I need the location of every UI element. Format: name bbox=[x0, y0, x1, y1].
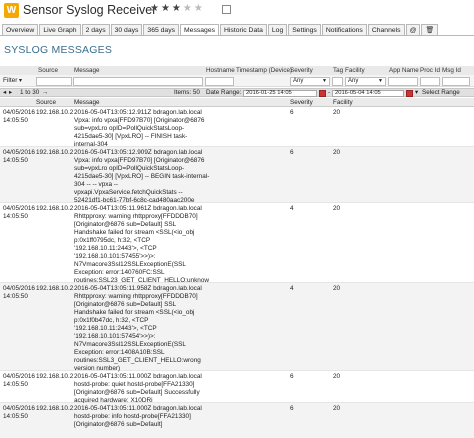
cell-facility: 20 bbox=[333, 373, 341, 380]
cell-timestamp: 04/05/2016 14:05:50 bbox=[3, 285, 35, 300]
cell-severity: 6 bbox=[290, 405, 294, 412]
cell-message: 2016-05-04T13:05:12.911Z bdragon.lab.loc… bbox=[74, 109, 205, 148]
chevron-down-icon: ▼ bbox=[378, 78, 383, 84]
filter-col-hostname: Hostname bbox=[206, 67, 235, 74]
table-header: Source Message Severity Facility bbox=[0, 98, 474, 107]
select-range-chevron-icon[interactable]: ▾ bbox=[415, 89, 418, 97]
cell-source: 192.168.10.2 bbox=[36, 373, 74, 380]
sensor-logo-icon: W bbox=[4, 3, 19, 18]
next-arrow-icon[interactable]: → bbox=[42, 89, 48, 97]
page-title: Sensor Syslog Receiver bbox=[23, 3, 157, 17]
cell-facility: 20 bbox=[333, 405, 341, 412]
col-severity[interactable]: Severity bbox=[290, 99, 313, 106]
col-source[interactable]: Source bbox=[36, 99, 56, 106]
cell-source: 192.168.10.2 bbox=[36, 109, 74, 116]
pagination-bar: ◂ ▸ 1 to 30 → Items: 50 Date Range: 2016… bbox=[0, 88, 474, 97]
date-range-label: Date Range: bbox=[206, 89, 242, 96]
table-row[interactable]: 04/05/2016 14:05:50 192.168.10.2 2016-05-0… bbox=[0, 107, 474, 148]
filter-app-name-input[interactable] bbox=[388, 77, 418, 86]
items-count: Items: 50 bbox=[174, 89, 200, 96]
cell-severity: 4 bbox=[290, 285, 294, 292]
filter-row: Filter ▾ Any ▼ Any ▼ bbox=[0, 75, 474, 87]
table-row[interactable]: 04/05/2016 14:05:50 192.168.10.2 2016-05-0… bbox=[0, 371, 474, 404]
col-message[interactable]: Message bbox=[74, 99, 100, 106]
cell-timestamp: 04/05/2016 14:05:50 bbox=[3, 205, 35, 220]
cell-message: 2016-05-04T13:05:12.909Z bdragon.lab.loc… bbox=[74, 149, 210, 204]
cell-message: 2016-05-04T13:05:11.000Z bdragon.lab.loc… bbox=[74, 405, 202, 428]
pin-icon[interactable] bbox=[222, 5, 231, 14]
cell-timestamp: 04/05/2016 14:05:50 bbox=[3, 373, 35, 388]
cell-source: 192.168.10.2 bbox=[36, 285, 74, 292]
filter-severity-value: Any bbox=[293, 78, 304, 84]
calendar-icon[interactable] bbox=[406, 90, 413, 97]
filter-col-tag: Tag bbox=[333, 67, 344, 74]
range-separator: - bbox=[328, 89, 331, 96]
stars-empty[interactable]: ★★ bbox=[183, 3, 205, 14]
filter-column-headers: Source Message Hostname Timestamp (Devic… bbox=[0, 66, 474, 75]
table-row[interactable]: 04/05/2016 14:05:50 192.168.10.2 2016-05-0… bbox=[0, 403, 474, 438]
filter-severity-select[interactable]: Any ▼ bbox=[290, 77, 330, 86]
filter-tag-input[interactable] bbox=[332, 77, 343, 86]
filter-proc-id-input[interactable] bbox=[420, 77, 440, 86]
filter-source-input[interactable] bbox=[36, 77, 72, 86]
filter-hostname-input[interactable] bbox=[205, 77, 234, 86]
filter-facility-select[interactable]: Any ▼ bbox=[345, 77, 386, 86]
filter-col-source: Source bbox=[38, 67, 58, 74]
filter-col-timestamp-device: Timestamp (Device) bbox=[236, 67, 293, 74]
filter-col-app-name: App Name bbox=[389, 67, 419, 74]
cell-facility: 20 bbox=[333, 149, 341, 156]
cell-source: 192.168.10.2 bbox=[36, 205, 74, 212]
cell-message: 2016-05-04T13:05:11.958Z bdragon.lab.loc… bbox=[74, 285, 202, 372]
cell-source: 192.168.10.2 bbox=[36, 149, 74, 156]
cell-severity: 4 bbox=[290, 205, 294, 212]
page-range: 1 to 30 bbox=[20, 89, 40, 96]
filter-col-message: Message bbox=[74, 67, 100, 74]
cell-timestamp: 04/05/2016 14:05:50 bbox=[3, 109, 35, 124]
stars-filled[interactable]: ★★★ bbox=[150, 3, 183, 14]
filter-message-input[interactable] bbox=[73, 77, 203, 86]
table-row[interactable]: 04/05/2016 14:05:50 192.168.10.2 2016-05-0… bbox=[0, 283, 474, 372]
priority-stars[interactable]: ★★★★★ bbox=[150, 3, 205, 14]
table-row[interactable]: 04/05/2016 14:05:50 192.168.10.2 2016-05-0… bbox=[0, 147, 474, 204]
next-page-icon[interactable]: ▸ bbox=[9, 89, 12, 97]
cell-timestamp: 04/05/2016 14:05:50 bbox=[3, 405, 35, 420]
cell-message: 2016-05-04T13:05:11.961Z bdragon.lab.loc… bbox=[74, 205, 209, 292]
cell-severity: 6 bbox=[290, 373, 294, 380]
cell-message: 2016-05-04T13:05:11.000Z bdragon.lab.loc… bbox=[74, 373, 202, 404]
cell-timestamp: 04/05/2016 14:05:50 bbox=[3, 149, 35, 164]
date-from-input[interactable]: 2016-01-25 14:05 bbox=[243, 90, 317, 97]
filter-col-proc-id: Proc Id bbox=[420, 67, 440, 74]
date-to-input[interactable]: 2016-05-04 14:05 bbox=[332, 90, 404, 97]
filter-facility-value: Any bbox=[348, 78, 359, 84]
cell-facility: 20 bbox=[333, 285, 341, 292]
filter-label: Filter bbox=[3, 77, 18, 84]
filter-col-msg-id: Msg Id bbox=[442, 67, 461, 74]
cell-severity: 6 bbox=[290, 149, 294, 156]
table-row[interactable]: 04/05/2016 14:05:50 192.168.10.2 2016-05-0… bbox=[0, 203, 474, 292]
prev-page-icon[interactable]: ◂ bbox=[3, 89, 6, 97]
chevron-down-icon: ▼ bbox=[322, 78, 327, 84]
cell-severity: 6 bbox=[290, 109, 294, 116]
cell-source: 192.168.10.2 bbox=[36, 405, 74, 412]
select-range-button[interactable]: Select Range bbox=[422, 89, 460, 97]
filter-col-severity: Severity bbox=[290, 67, 313, 74]
messages-table: 04/05/2016 14:05:50 192.168.10.2 2016-05-0… bbox=[0, 107, 474, 438]
filter-col-facility: Facility bbox=[345, 67, 365, 74]
app-header: W Sensor Syslog Receiver ★★★★★ bbox=[0, 0, 474, 22]
cell-facility: 20 bbox=[333, 205, 341, 212]
filter-chevron-icon[interactable]: ▾ bbox=[19, 77, 22, 84]
col-facility[interactable]: Facility bbox=[333, 99, 353, 106]
tab-divider bbox=[0, 35, 474, 36]
filter-msg-id-input[interactable] bbox=[442, 77, 470, 86]
cell-facility: 20 bbox=[333, 109, 341, 116]
section-title: SYSLOG MESSAGES bbox=[4, 44, 113, 56]
calendar-icon[interactable] bbox=[319, 90, 326, 97]
